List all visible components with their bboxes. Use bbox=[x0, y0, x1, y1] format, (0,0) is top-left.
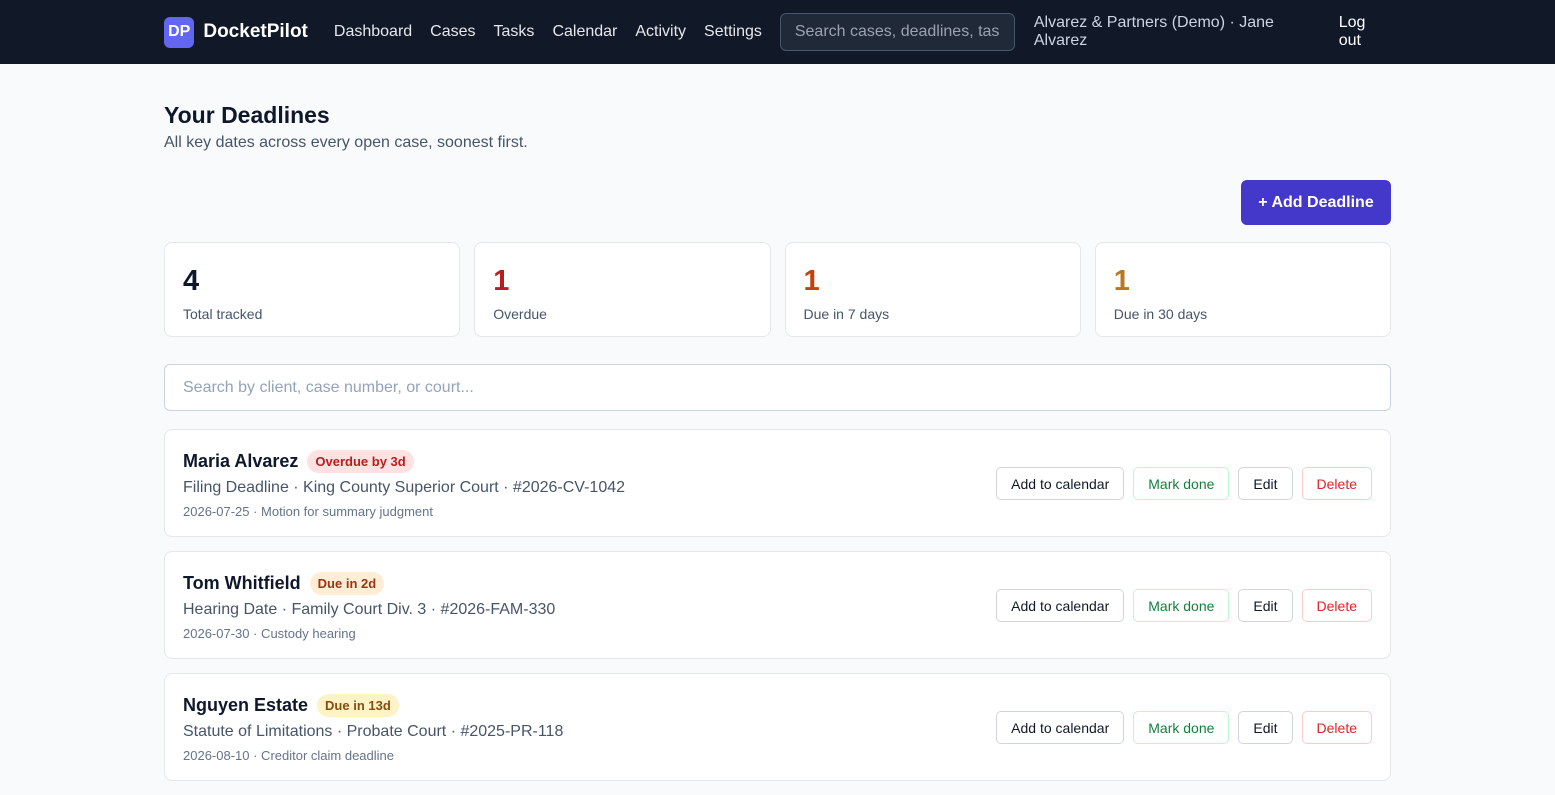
status-badge: Overdue by 3d bbox=[307, 450, 414, 473]
stat-card-30-days: 1 Due in 30 days bbox=[1094, 242, 1391, 337]
stat-label: Total tracked bbox=[183, 306, 263, 322]
add-to-calendar-button[interactable]: Add to calendar bbox=[996, 711, 1125, 744]
stat-label: Due in 30 days bbox=[1113, 306, 1208, 322]
mark-done-button[interactable]: Mark done bbox=[1133, 589, 1230, 622]
nav-dashboard[interactable]: Dashboard bbox=[334, 23, 412, 41]
nav-tasks[interactable]: Tasks bbox=[494, 23, 535, 41]
stat-value: 1 bbox=[493, 265, 510, 297]
delete-button[interactable]: Delete bbox=[1301, 589, 1372, 622]
app-name[interactable]: DocketPilot bbox=[203, 21, 308, 43]
mark-done-button[interactable]: Mark done bbox=[1133, 711, 1230, 744]
client-name: Nguyen Estate bbox=[183, 695, 309, 715]
delete-button[interactable]: Delete bbox=[1301, 711, 1372, 744]
deadline-meta: 2026-08-10 · Creditor claim deadline bbox=[183, 748, 395, 763]
top-navbar: DP DocketPilot Dashboard Cases Tasks Cal… bbox=[0, 0, 1555, 64]
deadline-card: Nguyen Estate Due in 13d Statute of Limi… bbox=[164, 673, 1391, 781]
nav-settings[interactable]: Settings bbox=[704, 23, 762, 41]
mark-done-button[interactable]: Mark done bbox=[1133, 467, 1230, 500]
stat-card-total: 4 Total tracked bbox=[164, 242, 461, 337]
stat-value: 1 bbox=[1113, 265, 1130, 297]
page-title: Your Deadlines bbox=[164, 102, 330, 128]
logo-icon[interactable]: DP bbox=[164, 16, 195, 48]
status-badge: Due in 13d bbox=[317, 694, 399, 717]
add-to-calendar-button[interactable]: Add to calendar bbox=[996, 467, 1125, 500]
logout-link[interactable]: Log out bbox=[1339, 14, 1391, 50]
stats-row: 4 Total tracked 1 Overdue 1 Due in 7 day… bbox=[164, 242, 1391, 337]
stat-value: 4 bbox=[183, 265, 200, 297]
deadline-meta: 2026-07-25 · Motion for summary judgment bbox=[183, 504, 434, 519]
stat-value: 1 bbox=[803, 265, 820, 297]
deadline-search-input[interactable] bbox=[164, 364, 1391, 411]
nav-calendar[interactable]: Calendar bbox=[552, 23, 617, 41]
nav-cases[interactable]: Cases bbox=[430, 23, 475, 41]
stat-label: Overdue bbox=[493, 306, 547, 322]
add-to-calendar-button[interactable]: Add to calendar bbox=[996, 589, 1125, 622]
deadline-card: Maria Alvarez Overdue by 3d Filing Deadl… bbox=[164, 429, 1391, 537]
delete-button[interactable]: Delete bbox=[1301, 467, 1372, 500]
stat-card-overdue: 1 Overdue bbox=[474, 242, 771, 337]
org-user-label: Alvarez & Partners (Demo) · Jane Alvarez bbox=[1033, 14, 1274, 49]
stat-label: Due in 7 days bbox=[803, 306, 890, 322]
deadline-meta: 2026-07-30 · Custody hearing bbox=[183, 626, 356, 641]
page-subtitle: All key dates across every open case, so… bbox=[164, 134, 528, 151]
deadline-list: Maria Alvarez Overdue by 3d Filing Deadl… bbox=[164, 429, 1391, 795]
edit-button[interactable]: Edit bbox=[1238, 711, 1293, 744]
main-nav: Dashboard Cases Tasks Calendar Activity … bbox=[334, 23, 780, 41]
nav-activity[interactable]: Activity bbox=[635, 23, 686, 41]
deadline-card: Tom Whitfield Due in 2d Hearing Date · F… bbox=[164, 551, 1391, 659]
edit-button[interactable]: Edit bbox=[1238, 467, 1293, 500]
global-search-input[interactable] bbox=[779, 13, 1015, 51]
status-badge: Due in 2d bbox=[309, 572, 385, 595]
client-name: Maria Alvarez bbox=[183, 451, 299, 471]
edit-button[interactable]: Edit bbox=[1238, 589, 1293, 622]
stat-card-7-days: 1 Due in 7 days bbox=[784, 242, 1081, 337]
client-name: Tom Whitfield bbox=[183, 573, 301, 593]
add-deadline-button[interactable]: + Add Deadline bbox=[1241, 180, 1391, 225]
